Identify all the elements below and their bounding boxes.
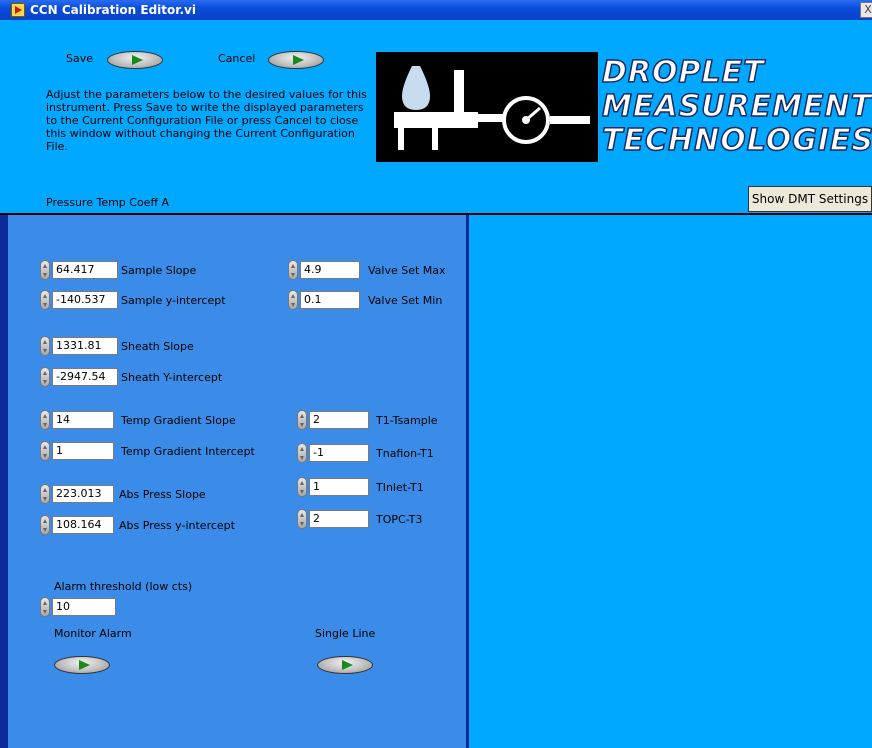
instructions-text: Adjust the parameters below to the desir… (46, 88, 367, 153)
tnafion-t1-spinner[interactable] (297, 443, 307, 463)
topc-t3-label: TOPC-T3 (376, 513, 423, 526)
t1-tsample-input[interactable]: 2 (309, 411, 369, 429)
topc-t3-spinner[interactable] (297, 509, 307, 529)
abs-press-intercept-label: Abs Press y-intercept (119, 519, 235, 532)
t1-tsample-label: T1-Tsample (376, 414, 438, 427)
temp-gradient-slope-input[interactable]: 14 (52, 411, 114, 429)
t1-tsample-spinner[interactable] (297, 410, 307, 430)
logo-wordmark: DROPLET MEASUREMENT TECHNOLOGIES (601, 55, 872, 159)
abs-press-intercept-control: 108.164 Abs Press y-intercept (40, 515, 270, 535)
valve-set-min-spinner[interactable] (288, 290, 298, 310)
valve-set-min-label: Valve Set Min (368, 294, 443, 307)
labview-vi-icon (11, 3, 25, 17)
show-dmt-settings-button[interactable]: Show DMT Settings (748, 186, 872, 212)
tnafion-t1-label: Tnafion-T1 (376, 447, 434, 460)
alarm-threshold-input[interactable]: 10 (52, 598, 116, 616)
logo-line-3: TECHNOLOGIES (601, 123, 872, 159)
temp-gradient-intercept-spinner[interactable] (40, 441, 50, 461)
temp-gradient-slope-label: Temp Gradient Slope (121, 414, 236, 427)
sheath-slope-control: 1331.81 Sheath Slope (40, 336, 260, 356)
sheath-slope-input[interactable]: 1331.81 (52, 337, 118, 355)
sheath-intercept-control: -2947.54 Sheath Y-intercept (40, 367, 260, 387)
alarm-threshold-label: Alarm threshold (low cts) (54, 580, 193, 593)
sample-slope-label: Sample Slope (121, 264, 197, 277)
temp-gradient-slope-spinner[interactable] (40, 410, 50, 430)
sample-intercept-control: -140.537 Sample y-intercept (40, 290, 260, 310)
temp-gradient-intercept-label: Temp Gradient Intercept (121, 445, 255, 458)
abs-press-slope-control: 223.013 Abs Press Slope (40, 484, 260, 504)
dmt-logo: DROPLET MEASUREMENT TECHNOLOGIES (376, 52, 872, 162)
tinlet-t1-label: TInlet-T1 (376, 481, 424, 494)
tnafion-t1-control: -1 Tnafion-T1 (297, 443, 462, 463)
topc-t3-control: 2 TOPC-T3 (297, 509, 462, 529)
alarm-threshold-control: 10 (40, 597, 120, 617)
status-label: Pressure Temp Coeff A (46, 196, 170, 209)
temp-gradient-intercept-input[interactable]: 1 (52, 442, 114, 460)
alarm-threshold-spinner[interactable] (40, 597, 50, 617)
close-button[interactable]: X (860, 2, 872, 18)
abs-press-slope-input[interactable]: 223.013 (52, 485, 114, 503)
abs-press-slope-spinner[interactable] (40, 484, 50, 504)
sheath-intercept-label: Sheath Y-intercept (121, 371, 223, 384)
topc-t3-input[interactable]: 2 (309, 510, 369, 528)
abs-press-slope-label: Abs Press Slope (119, 488, 206, 501)
single-line-label: Single Line (315, 627, 376, 640)
abs-press-intercept-input[interactable]: 108.164 (52, 516, 114, 534)
sheath-slope-spinner[interactable] (40, 336, 50, 356)
temp-gradient-intercept-control: 1 Temp Gradient Intercept (40, 441, 280, 461)
sample-intercept-spinner[interactable] (40, 290, 50, 310)
temp-gradient-slope-control: 14 Temp Gradient Slope (40, 410, 280, 430)
save-label: Save (66, 52, 94, 65)
monitor-alarm-toggle[interactable] (54, 656, 110, 674)
monitor-alarm-label: Monitor Alarm (54, 627, 132, 640)
sample-slope-spinner[interactable] (40, 260, 50, 280)
valve-set-max-input[interactable]: 4.9 (300, 261, 360, 279)
cancel-label: Cancel (218, 52, 256, 65)
sample-intercept-input[interactable]: -140.537 (52, 291, 118, 309)
cancel-button[interactable] (268, 51, 324, 69)
valve-set-max-control: 4.9 Valve Set Max (288, 260, 458, 280)
single-line-toggle[interactable] (317, 656, 373, 674)
sheath-intercept-spinner[interactable] (40, 367, 50, 387)
valve-set-min-control: 0.1 Valve Set Min (288, 290, 458, 310)
logo-line-2: MEASUREMENT (601, 89, 872, 125)
tinlet-t1-input[interactable]: 1 (309, 478, 369, 496)
sheath-intercept-input[interactable]: -2947.54 (52, 368, 118, 386)
title-bar: CCN Calibration Editor.vi X (0, 0, 872, 20)
tinlet-t1-control: 1 TInlet-T1 (297, 477, 462, 497)
tnafion-t1-input[interactable]: -1 (309, 444, 369, 462)
window-title: CCN Calibration Editor.vi (30, 3, 196, 17)
valve-set-min-input[interactable]: 0.1 (300, 291, 360, 309)
sheath-slope-label: Sheath Slope (121, 340, 194, 353)
tinlet-t1-spinner[interactable] (297, 477, 307, 497)
valve-set-max-spinner[interactable] (288, 260, 298, 280)
dmt-settings-panel (469, 215, 872, 748)
valve-set-max-label: Valve Set Max (368, 264, 446, 277)
panel-left-edge (0, 215, 8, 748)
sample-intercept-label: Sample y-intercept (121, 294, 226, 307)
sample-slope-control: 64.417 Sample Slope (40, 260, 260, 280)
save-button[interactable] (107, 51, 163, 69)
t1-tsample-control: 2 T1-Tsample (297, 410, 462, 430)
logo-line-1: DROPLET (601, 55, 765, 91)
sample-slope-input[interactable]: 64.417 (52, 261, 118, 279)
abs-press-intercept-spinner[interactable] (40, 515, 50, 535)
droplet-caliper-logo-icon (376, 52, 598, 162)
